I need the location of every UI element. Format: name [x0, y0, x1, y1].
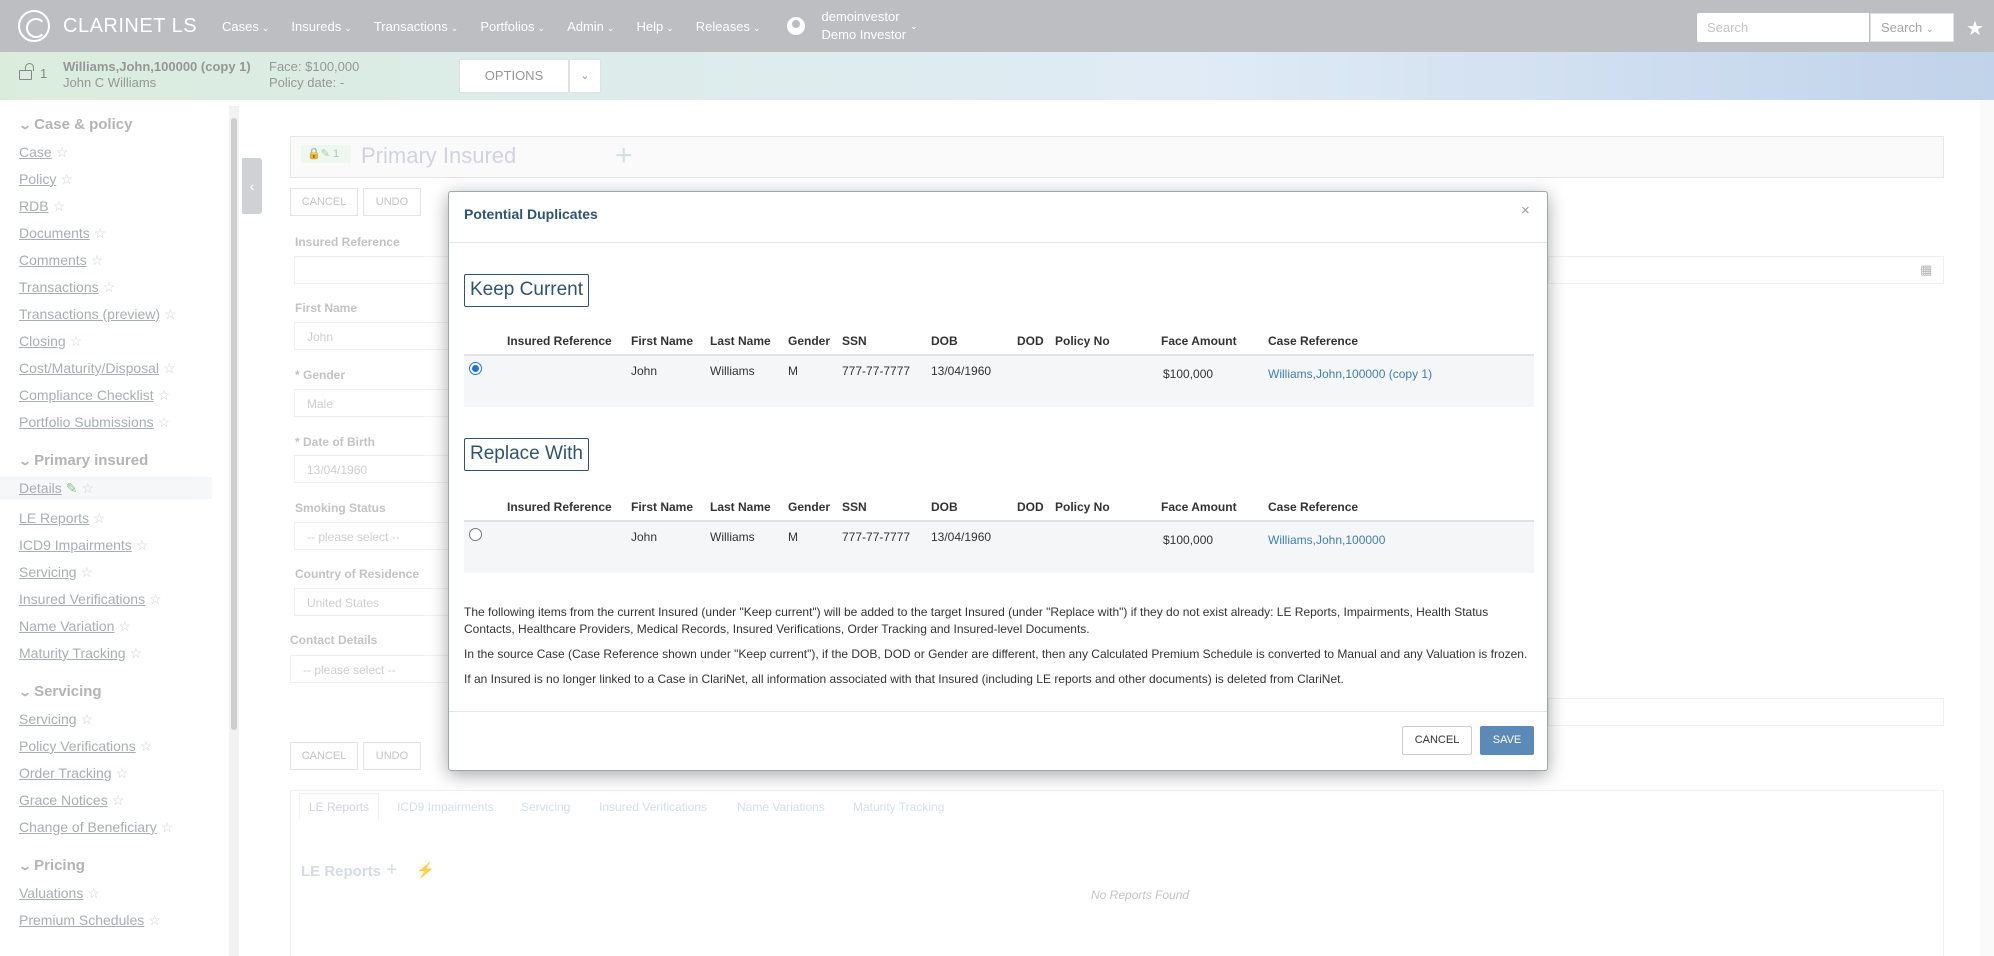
cell-last-name: Williams: [710, 530, 755, 544]
table-row[interactable]: John Williams M 777-77-7777 13/04/1960 $…: [464, 522, 1534, 573]
merge-note: If an Insured is no longer linked to a C…: [464, 672, 1344, 686]
modal-footer-divider: [449, 711, 1547, 712]
modal-save-button[interactable]: SAVE: [1480, 726, 1534, 755]
cell-gender: M: [788, 530, 798, 544]
column-header: Last Name: [710, 334, 771, 348]
cell-first-name: John: [631, 530, 658, 544]
case-reference-link[interactable]: Williams,John,100000: [1268, 533, 1385, 547]
column-header: DOB: [931, 500, 958, 514]
keep-current-heading: Keep Current: [464, 274, 590, 307]
modal-divider: [449, 242, 1547, 243]
column-header: Policy No: [1055, 334, 1110, 348]
cell-last-name: Williams: [710, 364, 755, 378]
cell-dob: 13/04/1960: [931, 364, 992, 378]
cell-gender: M: [788, 364, 798, 378]
replace-with-heading: Replace With: [464, 438, 589, 471]
column-header: Face Amount: [1161, 500, 1237, 514]
column-header: Gender: [788, 334, 831, 348]
cell-face-amount: $100,000: [1163, 533, 1214, 547]
column-header: Face Amount: [1161, 334, 1237, 348]
cell-ssn: 777-77-7777: [842, 530, 911, 544]
column-header: Case Reference: [1268, 500, 1359, 514]
column-header: Last Name: [710, 500, 771, 514]
column-header: Policy No: [1055, 500, 1110, 514]
column-header: SSN: [842, 500, 867, 514]
merge-note: In the source Case (Case Reference shown…: [464, 647, 1528, 661]
column-header: First Name: [631, 334, 694, 348]
case-reference-link[interactable]: Williams,John,100000 (copy 1): [1268, 367, 1432, 381]
replace-with-table: Insured Reference First Name Last Name G…: [464, 492, 1534, 573]
table-row[interactable]: John Williams M 777-77-7777 13/04/1960 $…: [464, 356, 1534, 407]
cell-dob: 13/04/1960: [931, 530, 992, 544]
column-header: DOB: [931, 334, 958, 348]
keep-current-table: Insured Reference First Name Last Name G…: [464, 326, 1534, 407]
cell-face-amount: $100,000: [1163, 367, 1214, 381]
column-header: Case Reference: [1268, 334, 1359, 348]
column-header: SSN: [842, 334, 867, 348]
close-icon[interactable]: ×: [1521, 202, 1530, 219]
table-header-row: Insured Reference First Name Last Name G…: [464, 492, 1534, 522]
potential-duplicates-modal: Potential Duplicates × Keep Current Insu…: [448, 191, 1548, 771]
cell-first-name: John: [631, 364, 658, 378]
cell-ssn: 777-77-7777: [842, 364, 911, 378]
column-header: DOD: [1017, 334, 1044, 348]
modal-cancel-button[interactable]: CANCEL: [1402, 726, 1472, 755]
column-header: DOD: [1017, 500, 1044, 514]
replace-with-radio[interactable]: [469, 528, 482, 541]
column-header: First Name: [631, 500, 694, 514]
column-header: Insured Reference: [507, 500, 612, 514]
merge-note: The following items from the current Ins…: [464, 605, 1489, 636]
table-header-row: Insured Reference First Name Last Name G…: [464, 326, 1534, 356]
column-header: Gender: [788, 500, 831, 514]
column-header: Insured Reference: [507, 334, 612, 348]
modal-title: Potential Duplicates: [464, 206, 598, 222]
keep-current-radio[interactable]: [469, 362, 482, 375]
